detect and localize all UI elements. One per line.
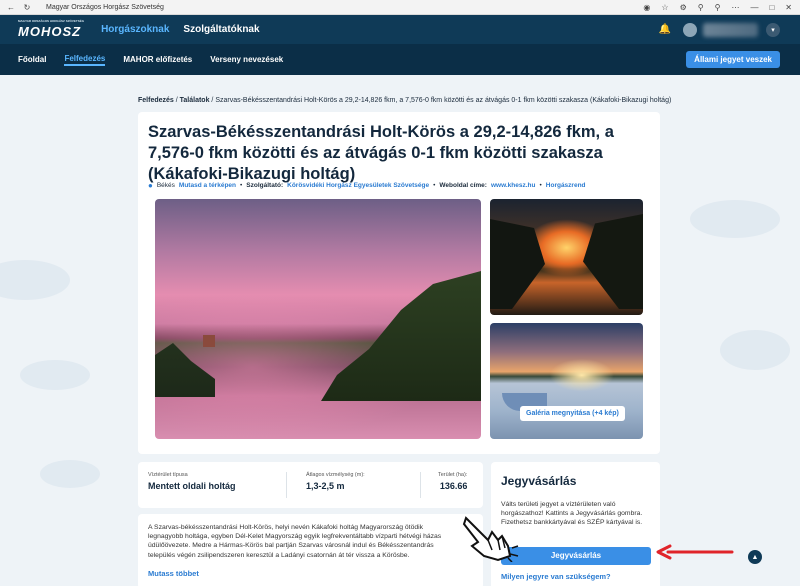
back-icon[interactable]: ← bbox=[6, 2, 16, 12]
minimize-icon[interactable]: — bbox=[750, 3, 758, 12]
depth-column: Átlagos vízmélység (m): 1,3-2,5 m bbox=[306, 472, 365, 491]
page-title: Szarvas-Békésszentandrási Holt-Körös a 2… bbox=[148, 123, 614, 183]
fish-decoration bbox=[690, 200, 780, 238]
type-column: Víztérület típusa Mentett oldali holtág bbox=[148, 472, 236, 491]
divider bbox=[286, 472, 287, 498]
user-name-blurred[interactable] bbox=[703, 22, 758, 37]
photo-trees-right bbox=[321, 271, 481, 401]
breadcrumb-current: Szarvas-Békésszentandrási Holt-Körös a 2… bbox=[215, 97, 672, 104]
sunset-photo[interactable] bbox=[490, 199, 643, 315]
depth-label: Átlagos vízmélység (m): bbox=[306, 472, 365, 478]
logo-text: MOHOSZ bbox=[18, 23, 82, 39]
description-text: A Szarvas-békésszentandrási Holt-Körös, … bbox=[148, 524, 442, 559]
fish-decoration bbox=[720, 330, 790, 370]
key-icon[interactable]: ⚲ bbox=[698, 3, 704, 12]
type-value: Mentett oldali holtág bbox=[148, 481, 236, 491]
subnav-mahor[interactable]: MAHOR előfizetés bbox=[123, 55, 192, 64]
extension-icon[interactable]: ◉ bbox=[643, 3, 650, 12]
browser-title-bar: ← ↻ Magyar Országos Horgász Szövetség ◉ … bbox=[0, 0, 800, 15]
water-info-card: Víztérület típusa Mentett oldali holtág … bbox=[138, 462, 483, 508]
provider-link[interactable]: Körösvidéki Horgász Egyesületek Szövetsé… bbox=[287, 182, 429, 189]
county: Békés bbox=[156, 182, 175, 189]
breadcrumb-felfedezes[interactable]: Felfedezés bbox=[138, 97, 174, 104]
bookmark-icon[interactable]: ☆ bbox=[661, 3, 668, 12]
red-arrow-icon bbox=[656, 544, 734, 560]
buy-state-ticket-button[interactable]: Állami jegyet veszek bbox=[686, 51, 780, 68]
fish-decoration bbox=[20, 360, 90, 390]
user-area: 🔔 ▾ bbox=[659, 22, 780, 37]
subnav-verseny[interactable]: Verseny nevezések bbox=[210, 55, 283, 64]
close-icon[interactable]: ✕ bbox=[785, 3, 792, 12]
location-pin-icon: ● bbox=[148, 181, 153, 190]
rules-link[interactable]: Horgászrend bbox=[546, 182, 586, 189]
browser-title: Magyar Országos Horgász Szövetség bbox=[46, 3, 164, 11]
web-link[interactable]: www.khesz.hu bbox=[491, 182, 536, 189]
subnav-felfedezes[interactable]: Felfedezés bbox=[64, 54, 106, 66]
area-value: 136.66 bbox=[439, 481, 468, 491]
breadcrumb: Felfedezés / Találatok / Szarvas-Békéssz… bbox=[138, 97, 672, 104]
photo-shore-left bbox=[490, 219, 545, 309]
main-photo[interactable] bbox=[155, 199, 481, 439]
area-label: Terület (ha): bbox=[438, 472, 468, 478]
water-meta: ● Békés Mutasd a térképen • Szolgáltató:… bbox=[148, 181, 586, 190]
boat-photo[interactable]: Galéria megnyitása (+4 kép) bbox=[490, 323, 643, 439]
ticket-title: Jegyvásárlás bbox=[501, 474, 577, 488]
subnav-fooldal[interactable]: Főoldal bbox=[18, 55, 46, 64]
chevron-down-icon[interactable]: ▾ bbox=[766, 22, 780, 37]
type-label: Víztérület típusa bbox=[148, 472, 188, 478]
scroll-to-top-button[interactable]: ▲ bbox=[748, 550, 762, 564]
provider-label: Szolgáltató: bbox=[246, 182, 284, 189]
photo-house bbox=[203, 335, 215, 347]
gallery-open-button[interactable]: Galéria megnyitása (+4 kép) bbox=[520, 406, 625, 421]
maximize-icon[interactable]: □ bbox=[769, 3, 774, 12]
fish-decoration bbox=[0, 260, 70, 300]
which-ticket-link[interactable]: Milyen jegyre van szükségem? bbox=[501, 572, 611, 581]
divider bbox=[420, 472, 421, 498]
area-column: Terület (ha): 136.66 bbox=[438, 472, 467, 491]
browser-toolbar: ◉ ☆ ⚙ ⚲ ⚲ ⋯ — □ ✕ bbox=[643, 3, 792, 12]
map-link[interactable]: Mutasd a térképen bbox=[179, 182, 236, 189]
search-icon[interactable]: ⚲ bbox=[715, 3, 721, 12]
tools-icon[interactable]: ⚙ bbox=[680, 3, 687, 12]
mohosz-logo[interactable]: MAGYAR ORSZÁGOS HORGÁSZ SZÖVETSÉG MOHOSZ bbox=[18, 18, 85, 39]
depth-value: 1,3-2,5 m bbox=[306, 481, 345, 491]
logo-subtitle: MAGYAR ORSZÁGOS HORGÁSZ SZÖVETSÉG bbox=[18, 18, 85, 23]
breadcrumb-talalatok[interactable]: Találatok bbox=[180, 97, 210, 104]
top-navigation: MAGYAR ORSZÁGOS HORGÁSZ SZÖVETSÉG MOHOSZ… bbox=[0, 15, 800, 44]
water-detail-card: Szarvas-Békésszentandrási Holt-Körös a 2… bbox=[138, 112, 660, 454]
bell-icon[interactable]: 🔔 bbox=[659, 24, 671, 35]
ticket-text: Válts területi jegyet a víztérületen val… bbox=[501, 501, 643, 527]
fish-decoration bbox=[40, 460, 100, 488]
pointing-hand-icon bbox=[462, 516, 519, 562]
ticket-purchase-button[interactable]: Jegyvásárlás bbox=[501, 547, 651, 565]
more-icon[interactable]: ⋯ bbox=[731, 3, 739, 12]
reload-icon[interactable]: ↻ bbox=[22, 2, 32, 12]
web-label: Weboldal címe: bbox=[439, 182, 487, 189]
avatar[interactable] bbox=[683, 22, 697, 37]
photo-shore-right bbox=[583, 214, 643, 309]
show-more-link[interactable]: Mutass többet bbox=[148, 569, 199, 578]
description-card: A Szarvas-békésszentandrási Holt-Körös, … bbox=[138, 514, 483, 586]
tab-szolgaltatoknak[interactable]: Szolgáltatóknak bbox=[183, 24, 259, 35]
tab-horgaszoknak[interactable]: Horgászoknak bbox=[101, 24, 169, 35]
sub-navigation: Főoldal Felfedezés MAHOR előfizetés Vers… bbox=[0, 44, 800, 75]
